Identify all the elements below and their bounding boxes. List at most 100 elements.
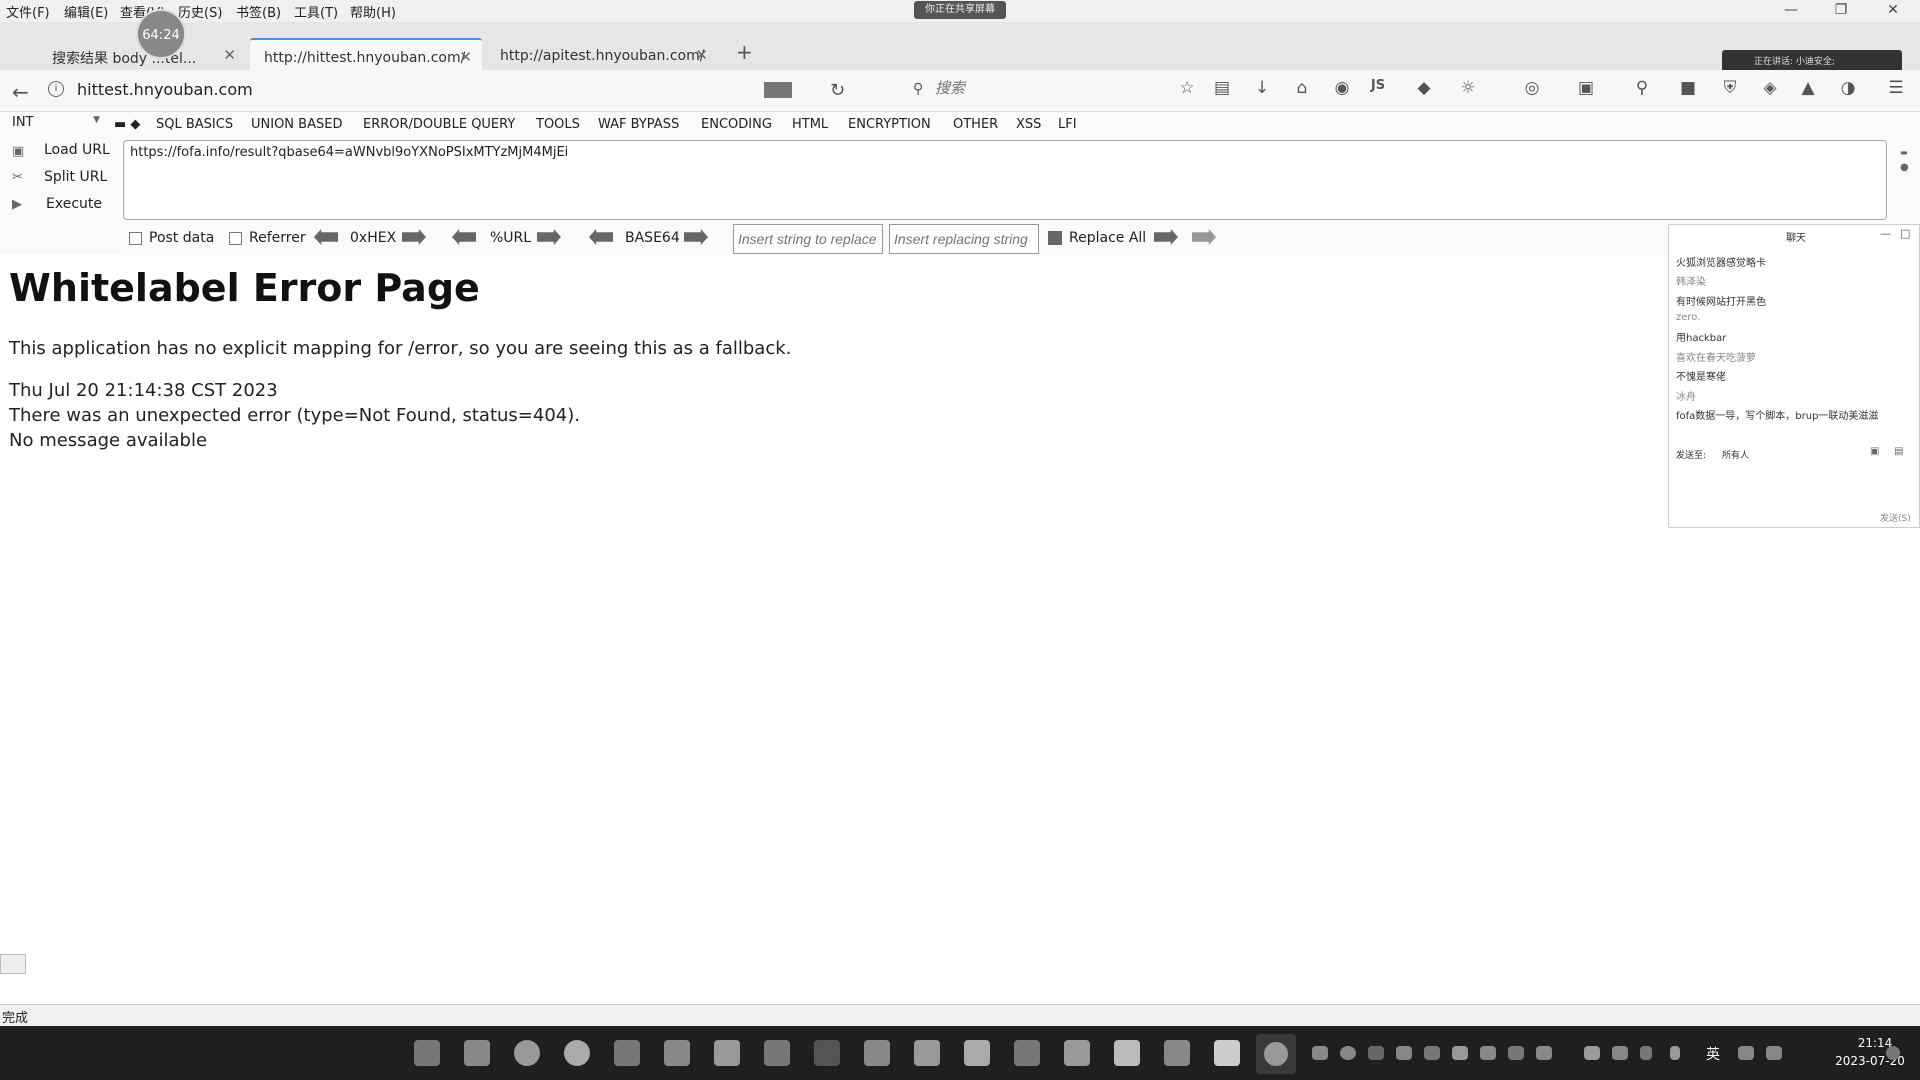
menu-file[interactable]: 文件(F)	[6, 2, 50, 21]
terminal-icon[interactable]	[814, 1040, 840, 1066]
tab-hittest[interactable]: http://hittest.hnyouban.com/ ✕	[250, 38, 482, 70]
tray-icon[interactable]	[1584, 1046, 1600, 1060]
chat-file-icon[interactable]: ▣	[1870, 446, 1879, 457]
menu-tools[interactable]: 工具(T)	[294, 2, 338, 21]
menu-union-based[interactable]: UNION BASED	[251, 117, 342, 132]
send-to-select[interactable]: 所有人	[1722, 448, 1749, 461]
new-tab-icon[interactable]: +	[736, 40, 753, 64]
app-icon[interactable]	[1064, 1040, 1090, 1066]
menu-help[interactable]: 帮助(H)	[350, 2, 396, 21]
tray-icon[interactable]	[1368, 1046, 1384, 1060]
hackbar-url-textarea[interactable]: https://fofa.info/result?qbase64=aWNvbl9…	[123, 140, 1887, 220]
firefox-active-icon[interactable]	[1256, 1034, 1296, 1074]
microphone-icon[interactable]	[1670, 1046, 1680, 1060]
bookmark-star-icon[interactable]: ☆	[1175, 78, 1199, 98]
network-icon[interactable]	[1738, 1046, 1754, 1060]
home-icon[interactable]: ⌂	[1290, 78, 1314, 98]
shield-icon[interactable]: ⛨	[1718, 78, 1742, 98]
menu-history[interactable]: 历史(S)	[178, 2, 222, 21]
extension-icon[interactable]: ▲	[1796, 78, 1820, 98]
referrer-checkbox[interactable]	[229, 232, 242, 245]
execute-button[interactable]: Execute	[46, 196, 102, 212]
app-icon[interactable]	[964, 1040, 990, 1066]
chat-maximize-icon[interactable]: □	[1900, 227, 1910, 240]
download-icon[interactable]: ↓	[1250, 78, 1274, 98]
post-data-checkbox[interactable]	[129, 232, 142, 245]
app-icon[interactable]	[1014, 1040, 1040, 1066]
app-icon[interactable]	[914, 1040, 940, 1066]
java-icon[interactable]	[1114, 1040, 1140, 1066]
shield-icon[interactable]	[1396, 1046, 1412, 1060]
sidebar-toggle-icon[interactable]	[0, 954, 26, 974]
replace-all-checkbox[interactable]	[1048, 231, 1062, 245]
app-icon[interactable]	[664, 1040, 690, 1066]
layers-icon[interactable]: ◈	[1758, 78, 1782, 98]
edge-icon[interactable]	[514, 1040, 540, 1066]
java-icon[interactable]	[1214, 1040, 1240, 1066]
split-url-button[interactable]: Split URL	[44, 169, 107, 185]
tray-icon[interactable]	[1536, 1046, 1552, 1060]
js-extension-icon[interactable]: JS	[1366, 78, 1390, 93]
zoom-icon[interactable]: ⚲	[1630, 78, 1654, 98]
ide-icon[interactable]	[864, 1040, 890, 1066]
restore-icon[interactable]: ❐	[1826, 2, 1856, 18]
minus-icon[interactable]: ▬	[1900, 148, 1908, 157]
app-icon[interactable]	[614, 1040, 640, 1066]
chat-minimize-icon[interactable]: —	[1880, 227, 1891, 240]
type-select[interactable]: INT ▼	[8, 115, 104, 135]
palette-icon[interactable]: ☼	[1456, 78, 1480, 98]
menu-encryption[interactable]: ENCRYPTION	[848, 117, 931, 132]
menu-lfi[interactable]: LFI	[1058, 117, 1077, 132]
url-bar[interactable]: hittest.hnyouban.com	[77, 80, 253, 99]
chrome-icon[interactable]	[564, 1040, 590, 1066]
menu-encoding[interactable]: ENCODING	[701, 117, 772, 132]
minimize-icon[interactable]: —	[1776, 2, 1806, 18]
app-icon[interactable]	[1164, 1040, 1190, 1066]
close-tab-icon[interactable]: ✕	[223, 46, 236, 64]
menu-waf-bypass[interactable]: WAF BYPASS	[598, 117, 679, 132]
tray-icon[interactable]	[1480, 1046, 1496, 1060]
page-action-icon[interactable]	[764, 82, 792, 98]
tray-icon[interactable]	[1452, 1046, 1468, 1060]
dot-icon[interactable]: ●	[1900, 162, 1909, 173]
adblock-icon[interactable]: ■	[1676, 78, 1700, 98]
app-icon[interactable]	[764, 1040, 790, 1066]
reload-icon[interactable]: ↻	[830, 80, 845, 101]
input-method-indicator[interactable]: 英	[1706, 1044, 1720, 1064]
menu-edit[interactable]: 编辑(E)	[64, 2, 108, 21]
tab-apitest[interactable]: http://apitest.hnyouban.com/ ✕	[486, 38, 718, 70]
extension-icon[interactable]: ◆	[1412, 78, 1436, 98]
reading-list-icon[interactable]: ▤	[1210, 78, 1234, 98]
menu-error-double-query[interactable]: ERROR/DOUBLE QUERY	[363, 117, 515, 132]
tray-icon[interactable]	[1340, 1046, 1356, 1060]
close-tab-icon[interactable]: ✕	[459, 48, 472, 66]
tray-icon[interactable]	[1312, 1046, 1328, 1060]
replace-to-input[interactable]	[889, 224, 1039, 254]
extension-icon[interactable]: ▣	[1574, 78, 1598, 98]
search-input[interactable]	[935, 80, 1135, 97]
menu-html[interactable]: HTML	[792, 117, 828, 132]
replace-from-input[interactable]	[733, 224, 883, 254]
tray-icon[interactable]	[1424, 1046, 1440, 1060]
file-explorer-icon[interactable]	[464, 1040, 490, 1066]
tray-icon[interactable]	[1640, 1046, 1652, 1060]
back-arrow-icon[interactable]: ←	[12, 80, 29, 104]
app-icon[interactable]	[714, 1040, 740, 1066]
menu-sql-basics[interactable]: SQL BASICS	[156, 117, 233, 132]
menu-bookmarks[interactable]: 书签(B)	[236, 2, 281, 21]
extension-icon[interactable]: ◑	[1836, 78, 1860, 98]
close-tab-icon[interactable]: ✕	[695, 46, 708, 64]
menu-tools[interactable]: TOOLS	[536, 117, 580, 132]
hamburger-menu-icon[interactable]: ☰	[1884, 78, 1908, 98]
chat-send-button[interactable]: 发送(S)	[1880, 511, 1911, 524]
tray-icon[interactable]	[1508, 1046, 1524, 1060]
extension-icon[interactable]: ◉	[1330, 78, 1354, 98]
volume-icon[interactable]	[1766, 1046, 1782, 1060]
start-icon[interactable]	[414, 1040, 440, 1066]
globe-icon[interactable]: ◎	[1520, 78, 1544, 98]
load-url-button[interactable]: Load URL	[44, 142, 110, 158]
menu-other[interactable]: OTHER	[953, 117, 998, 132]
clock-time[interactable]: 21:14	[1840, 1036, 1910, 1050]
close-window-icon[interactable]: ✕	[1878, 2, 1908, 18]
tab-search-results[interactable]: 搜索结果 body ...tel... ✕	[20, 38, 246, 70]
